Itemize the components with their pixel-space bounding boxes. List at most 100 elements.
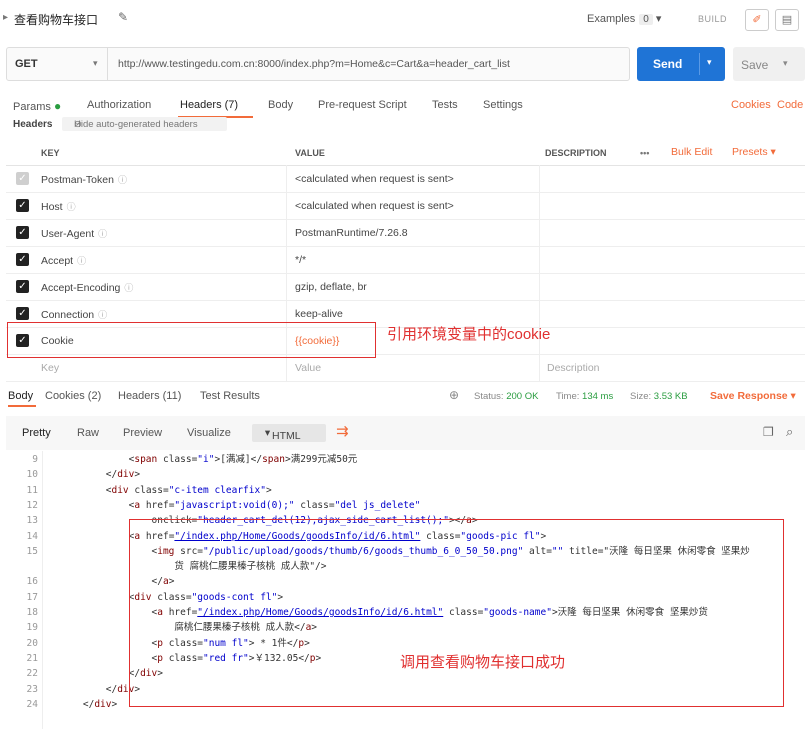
view-raw[interactable]: Raw — [77, 427, 99, 439]
header-value[interactable]: PostmanRuntime/7.26.8 — [295, 227, 408, 239]
search-icon[interactable]: ⌕ — [786, 424, 793, 440]
chevron-down-icon[interactable]: ▾ — [93, 58, 98, 69]
send-label: Send — [653, 57, 683, 71]
format-label: HTML — [272, 430, 301, 442]
response-tab-body[interactable]: Body — [8, 390, 33, 402]
save-button[interactable]: Save ▾ — [733, 47, 805, 81]
size-readout: Size: 3.53 KB — [630, 391, 688, 402]
line-number: 12 — [26, 499, 38, 511]
annotation-box-cookie — [7, 322, 376, 358]
size-value: 3.53 KB — [653, 391, 688, 402]
url-input[interactable]: http://www.testingedu.com.cn:8000/index.… — [118, 58, 510, 70]
tab-tests[interactable]: Tests — [432, 99, 458, 111]
row-checkbox[interactable]: ✓ — [16, 172, 29, 185]
divider — [539, 192, 540, 219]
edit-icon[interactable]: ✐ — [745, 9, 769, 31]
code-line: <span class="i">[满减]</span>满299元减50元 — [60, 454, 358, 465]
send-button[interactable]: Send ▾ — [637, 47, 725, 81]
format-select[interactable]: HTML ▾ — [252, 424, 326, 442]
line-number: 11 — [26, 484, 38, 496]
gutter-line — [42, 451, 43, 729]
header-key-text: Accept-Encoding — [41, 282, 121, 294]
line-number: 24 — [26, 698, 38, 710]
header-key-text: Postman-Token — [41, 174, 114, 186]
divider — [539, 165, 540, 192]
line-number: 22 — [26, 668, 38, 680]
copy-icon[interactable]: ❐ — [763, 425, 774, 439]
url-bar: GET ▾ http://www.testingedu.com.cn:8000/… — [6, 47, 630, 81]
row-checkbox[interactable]: ✓ — [16, 280, 29, 293]
line-number: 19 — [26, 622, 38, 634]
info-icon: ⓘ — [124, 283, 134, 293]
cookies-link[interactable]: Cookies — [731, 99, 771, 111]
divider — [286, 246, 287, 273]
header-value[interactable]: <calculated when request is sent> — [295, 200, 454, 212]
header-key[interactable]: Accept ⓘ — [41, 254, 86, 267]
row-checkbox[interactable]: ✓ — [16, 253, 29, 266]
header-key[interactable]: User-Agent ⓘ — [41, 227, 107, 240]
size-label: Size: — [630, 391, 652, 402]
request-title[interactable]: 查看购物车接口 — [14, 11, 98, 28]
view-preview[interactable]: Preview — [123, 427, 162, 439]
hide-auto-headers-button[interactable]: ⊘ Hide auto-generated headers — [62, 117, 227, 131]
new-key-input[interactable]: Key — [41, 362, 59, 374]
tab-settings[interactable]: Settings — [483, 99, 523, 111]
tab-headers[interactable]: Headers (7) — [180, 99, 238, 111]
bulk-edit-link[interactable]: Bulk Edit — [671, 146, 712, 158]
examples-dropdown[interactable]: Examples 0 ▾ — [587, 12, 661, 25]
globe-icon[interactable]: ⊕ — [449, 388, 459, 402]
tab-authorization[interactable]: Authorization — [87, 99, 151, 111]
new-value-input[interactable]: Value — [295, 362, 321, 374]
divider — [286, 165, 287, 192]
tab-headers-label: Headers (7) — [180, 99, 239, 111]
comments-icon[interactable]: ▤ — [775, 9, 799, 31]
chevron-down-icon[interactable]: ▾ — [783, 58, 788, 69]
tab-params[interactable]: Params ● — [13, 99, 61, 113]
response-tab-test-results[interactable]: Test Results — [200, 390, 260, 402]
header-key[interactable]: Host ⓘ — [41, 200, 76, 213]
row-checkbox[interactable]: ✓ — [16, 307, 29, 320]
presets-label: Presets — [732, 146, 768, 158]
collapse-caret-icon[interactable]: ▸ — [3, 12, 8, 23]
info-icon: ⓘ — [98, 310, 108, 320]
response-view-bar: Pretty Raw Preview Visualize HTML ▾ ⇉ ❐ … — [6, 416, 805, 450]
build-label[interactable]: BUILD — [698, 14, 727, 24]
header-key[interactable]: Postman-Token ⓘ — [41, 173, 127, 186]
header-value[interactable]: gzip, deflate, br — [295, 281, 367, 293]
view-visualize[interactable]: Visualize — [187, 427, 231, 439]
method-select[interactable]: GET — [15, 58, 38, 70]
chevron-down-icon[interactable]: ▾ — [707, 57, 712, 68]
view-pretty[interactable]: Pretty — [22, 427, 51, 439]
time-readout: Time: 134 ms — [556, 391, 613, 402]
status-value: 200 OK — [506, 391, 539, 402]
header-key[interactable]: Accept-Encoding ⓘ — [41, 281, 133, 294]
code-link[interactable]: Code — [777, 99, 803, 111]
row-checkbox[interactable]: ✓ — [16, 199, 29, 212]
code-line: <div class="c-item clearfix"> — [60, 484, 272, 496]
info-icon: ⓘ — [77, 256, 87, 266]
wrap-lines-icon[interactable]: ⇉ — [336, 422, 349, 440]
row-checkbox[interactable]: ✓ — [16, 226, 29, 239]
divider — [539, 354, 540, 381]
header-value[interactable]: */* — [295, 254, 306, 266]
divider — [286, 219, 287, 246]
tab-prerequest-script[interactable]: Pre-request Script — [318, 99, 407, 111]
edit-pencil-icon[interactable]: ✎ — [118, 10, 128, 24]
response-tab-cookies[interactable]: Cookies (2) — [45, 390, 101, 402]
presets-dropdown[interactable]: Presets ▾ — [732, 146, 776, 158]
divider — [286, 273, 287, 300]
header-value[interactable]: <calculated when request is sent> — [295, 173, 454, 185]
response-tab-headers[interactable]: Headers (11) — [118, 390, 181, 402]
save-response-label: Save Response — [710, 390, 788, 402]
new-description-input[interactable]: Description — [547, 362, 600, 374]
table-row-empty: Key Value Description — [6, 354, 805, 382]
more-options-icon[interactable]: ••• — [640, 148, 649, 158]
line-number: 9 — [32, 454, 38, 465]
header-key-text: Accept — [41, 255, 74, 267]
tab-body[interactable]: Body — [268, 99, 293, 111]
divider — [286, 192, 287, 219]
line-number: 13 — [26, 515, 38, 527]
header-value[interactable]: keep-alive — [295, 308, 343, 320]
save-response-button[interactable]: Save Response ▾ — [710, 390, 796, 402]
header-key[interactable]: Connection ⓘ — [41, 308, 107, 321]
